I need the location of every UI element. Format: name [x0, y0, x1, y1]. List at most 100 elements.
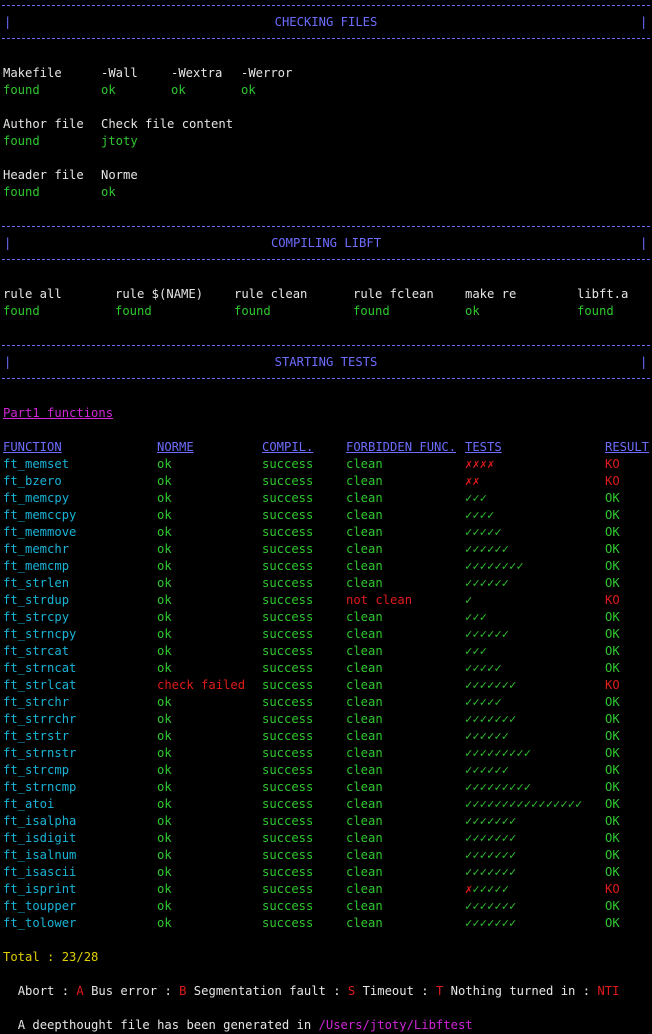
function-name: ft_toupper — [3, 899, 77, 913]
test-marks: ✓✓✓ — [465, 643, 487, 660]
norme-status: ok — [157, 848, 172, 862]
forbidden-status: clean — [346, 559, 383, 573]
table-row: ft_memchr ok success clean ✓✓✓✓✓✓ OK — [0, 541, 652, 558]
table-row: ft_isdigit ok success clean ✓✓✓✓✓✓✓ OK — [0, 830, 652, 847]
result-status: KO — [605, 678, 620, 692]
table-row: ft_strstr ok success clean ✓✓✓✓✓✓ OK — [0, 728, 652, 745]
function-name: ft_strncat — [3, 661, 77, 675]
norme-status: ok — [157, 763, 172, 777]
function-name: ft_isalpha — [3, 814, 77, 828]
table-row: ft_strlcat check failed success clean ✓✓✓✓✓✓… — [0, 677, 652, 694]
pass-marks-icon: ✓✓✓✓✓✓✓ — [465, 899, 517, 913]
test-marks: ✗✓✓✓✓✓ — [465, 881, 509, 898]
result-status: OK — [605, 780, 620, 794]
test-marks: ✓✓✓✓✓✓✓ — [465, 711, 516, 728]
function-name: ft_strrchr — [3, 712, 77, 726]
function-name: ft_atoi — [3, 797, 55, 811]
test-marks: ✓✓✓✓✓✓ — [465, 541, 509, 558]
check-label-author: Author file — [3, 117, 84, 131]
forbidden-status: clean — [346, 814, 383, 828]
forbidden-status: clean — [346, 644, 383, 658]
test-marks: ✓✓✓✓✓✓✓ — [465, 813, 516, 830]
forbidden-status: clean — [346, 525, 383, 539]
legend-timeout: Timeout : — [355, 984, 436, 998]
check-value-content: jtoty — [101, 134, 138, 148]
test-marks: ✓✓✓✓✓✓ — [465, 762, 509, 779]
result-status: OK — [605, 831, 620, 845]
check-value-header: found — [3, 185, 40, 199]
result-status: OK — [605, 814, 620, 828]
pass-marks-icon: ✓✓✓✓✓✓✓ — [465, 916, 517, 930]
forbidden-status: clean — [346, 899, 383, 913]
result-status: KO — [605, 457, 620, 471]
check-value-author: found — [3, 134, 40, 148]
function-name: ft_strncmp — [3, 780, 77, 794]
compile-status: success — [262, 763, 314, 777]
compile-status: success — [262, 678, 314, 692]
function-name: ft_memcmp — [3, 559, 70, 573]
test-marks: ✓✓✓✓✓✓ — [465, 626, 509, 643]
norme-status: ok — [157, 508, 172, 522]
pass-marks-icon: ✓✓✓✓✓ — [465, 525, 502, 539]
function-name: ft_memccpy — [3, 508, 77, 522]
norme-status: ok — [157, 559, 172, 573]
norme-status: ok — [157, 542, 172, 556]
footer-text: A deepthought file has been generated in — [17, 1018, 319, 1032]
table-row: ft_isalpha ok success clean ✓✓✓✓✓✓✓ OK — [0, 813, 652, 830]
pass-marks-icon: ✓✓✓✓✓✓ — [465, 576, 510, 590]
check-label-makefile: Makefile — [3, 66, 62, 80]
forbidden-status: clean — [346, 916, 383, 930]
table-row: ft_memccpy ok success clean ✓✓✓✓ OK — [0, 507, 652, 524]
test-marks: ✓✓✓✓✓✓✓✓✓ — [465, 779, 531, 796]
legend-nothing: Nothing turned in : — [443, 984, 598, 998]
pass-marks-icon: ✓✓✓✓✓ — [465, 695, 502, 709]
part-label: Part1 functions — [3, 406, 114, 420]
norme-status: ok — [157, 899, 172, 913]
forbidden-status: clean — [346, 729, 383, 743]
compile-status: success — [262, 525, 314, 539]
result-status: OK — [605, 729, 620, 743]
result-status: OK — [605, 542, 620, 556]
pass-marks-icon: ✓✓✓✓✓✓✓ — [465, 865, 517, 879]
norme-status: ok — [157, 661, 172, 675]
norme-status: ok — [157, 882, 172, 896]
norme-status: ok — [157, 797, 172, 811]
function-name: ft_strlen — [3, 576, 70, 590]
pass-marks-icon: ✓✓✓✓✓ — [465, 661, 502, 675]
forbidden-status: clean — [346, 508, 383, 522]
header-function: FUNCTION — [3, 440, 62, 454]
compile-status: success — [262, 610, 314, 624]
table-row: ft_isalnum ok success clean ✓✓✓✓✓✓✓ OK — [0, 847, 652, 864]
compile-status: success — [262, 882, 314, 896]
pass-marks-icon: ✓ — [465, 593, 473, 607]
result-status: OK — [605, 491, 620, 505]
forbidden-status: clean — [346, 797, 383, 811]
result-status: OK — [605, 559, 620, 573]
test-marks: ✓✓✓✓✓✓✓ — [465, 915, 516, 932]
result-status: OK — [605, 644, 620, 658]
test-marks: ✓✓✓✓ — [465, 507, 494, 524]
result-status: OK — [605, 695, 620, 709]
pass-marks-icon: ✓✓✓✓✓✓✓ — [465, 831, 517, 845]
compile-status: success — [262, 848, 314, 862]
compile-status: success — [262, 576, 314, 590]
divider — [2, 345, 650, 346]
compile-label-make-re: make re — [465, 287, 517, 301]
pass-marks-icon: ✓✓✓✓✓✓✓ — [465, 814, 517, 828]
result-status: KO — [605, 593, 620, 607]
compile-status: success — [262, 865, 314, 879]
norme-status: ok — [157, 916, 172, 930]
check-label-werror: -Werror — [241, 66, 293, 80]
divider — [2, 378, 650, 379]
check-label-header: Header file — [3, 168, 84, 182]
footer-message: A deepthought file has been generated in… — [3, 1000, 473, 1034]
norme-status: ok — [157, 712, 172, 726]
table-row: ft_strcpy ok success clean ✓✓✓ OK — [0, 609, 652, 626]
compile-label-fclean: rule fclean — [353, 287, 434, 301]
table-row: ft_atoi ok success clean ✓✓✓✓✓✓✓✓✓✓✓✓✓✓✓✓ OK — [0, 796, 652, 813]
function-name: ft_isascii — [3, 865, 77, 879]
compile-value-all: found — [3, 304, 40, 318]
total-score: Total : 23/28 — [3, 950, 99, 964]
table-row: ft_strcat ok success clean ✓✓✓ OK — [0, 643, 652, 660]
forbidden-status: clean — [346, 865, 383, 879]
